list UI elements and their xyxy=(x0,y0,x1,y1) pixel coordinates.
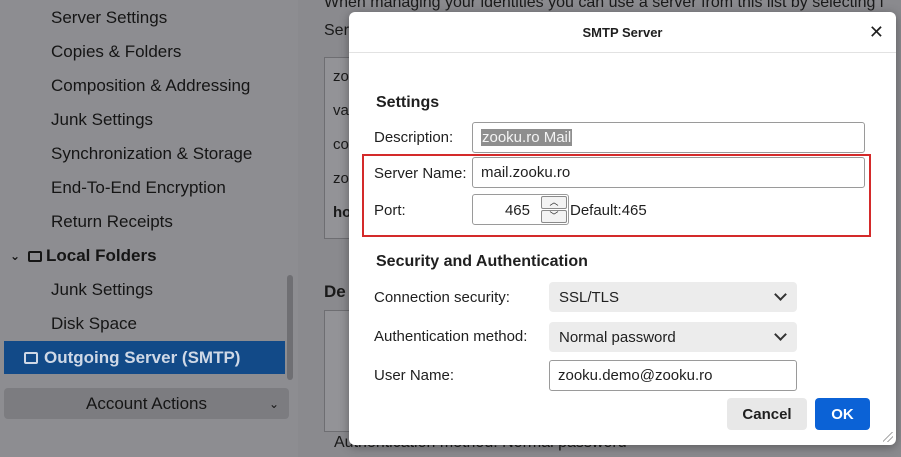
chevron-up-icon[interactable]: ︿ xyxy=(541,196,567,209)
port-stepper[interactable]: ︿ ﹀ xyxy=(541,196,567,223)
chevron-down-icon xyxy=(774,328,787,341)
outgoing-server-label: Outgoing Server (SMTP) xyxy=(44,347,241,367)
account-actions-button[interactable]: Account Actions ⌄ xyxy=(4,388,289,419)
server-name-value: mail.zooku.ro xyxy=(481,164,571,181)
username-input[interactable]: zooku.demo@zooku.ro xyxy=(549,360,797,391)
panel-description: When managing your identities you can us… xyxy=(324,0,884,11)
close-icon[interactable]: ✕ xyxy=(869,22,884,42)
sidebar-item-disk-space[interactable]: Disk Space xyxy=(51,314,137,334)
list-item[interactable]: zo xyxy=(333,68,349,85)
chevron-down-icon: ⌄ xyxy=(268,396,279,411)
chevron-down-icon[interactable]: ﹀ xyxy=(541,210,567,223)
username-value: zooku.demo@zooku.ro xyxy=(558,367,713,384)
cancel-button[interactable]: Cancel xyxy=(727,398,807,430)
sidebar-item-copies-folders[interactable]: Copies & Folders xyxy=(51,42,181,62)
folder-icon xyxy=(28,250,42,262)
port-default-text: Default:465 xyxy=(570,202,647,219)
port-label: Port: xyxy=(374,202,406,219)
smtp-server-dialog: SMTP Server ✕ Settings Description: zook… xyxy=(349,12,896,445)
dialog-title: SMTP Server xyxy=(582,25,663,40)
port-value: 465 xyxy=(504,202,530,219)
dialog-titlebar[interactable]: SMTP Server ✕ xyxy=(349,12,896,52)
list-item[interactable]: zo xyxy=(333,170,349,187)
auth-method-select[interactable]: Normal password xyxy=(549,322,797,352)
connection-security-select[interactable]: SSL/TLS xyxy=(549,282,797,312)
account-actions-label: Account Actions xyxy=(86,393,207,413)
panel-label: Ser xyxy=(324,22,349,39)
resize-grip-icon[interactable] xyxy=(883,432,893,442)
chevron-down-icon xyxy=(774,288,787,301)
list-item[interactable]: va xyxy=(333,102,349,119)
sidebar-item-outgoing-server[interactable]: Outgoing Server (SMTP) xyxy=(4,341,285,374)
sidebar-item-return-receipts[interactable]: Return Receipts xyxy=(51,212,173,232)
sidebar-item-composition[interactable]: Composition & Addressing xyxy=(51,76,250,96)
connection-security-value: SSL/TLS xyxy=(559,288,620,306)
chevron-down-icon: ⌄ xyxy=(10,249,21,263)
sidebar-item-server-settings[interactable]: Server Settings xyxy=(51,8,167,28)
outbox-icon xyxy=(24,351,38,364)
sidebar-item-junk-settings[interactable]: Junk Settings xyxy=(51,110,153,130)
account-settings-sidebar: Server Settings Copies & Folders Composi… xyxy=(0,0,298,457)
ok-button[interactable]: OK xyxy=(815,398,870,430)
security-heading: Security and Authentication xyxy=(376,253,588,270)
description-value: zooku.ro Mail xyxy=(481,129,573,146)
auth-method-label: Authentication method: xyxy=(374,328,528,345)
description-label: Description: xyxy=(374,129,454,146)
settings-heading: Settings xyxy=(376,94,440,111)
username-label: User Name: xyxy=(374,367,455,384)
sidebar-item-local-junk-settings[interactable]: Junk Settings xyxy=(51,280,153,300)
port-input[interactable]: 465 ︿ ﹀ xyxy=(472,194,569,225)
divider xyxy=(349,52,896,53)
sidebar-item-sync-storage[interactable]: Synchronization & Storage xyxy=(51,144,252,164)
description-input[interactable]: zooku.ro Mail xyxy=(472,122,865,153)
list-item[interactable]: co xyxy=(333,136,349,153)
sidebar-item-e2e-encryption[interactable]: End-To-End Encryption xyxy=(51,178,226,198)
local-folders-label: Local Folders xyxy=(46,246,157,265)
server-name-label: Server Name: xyxy=(374,165,467,182)
server-name-input[interactable]: mail.zooku.ro xyxy=(472,157,865,188)
sidebar-scrollbar[interactable] xyxy=(287,275,293,380)
sidebar-item-local-folders[interactable]: ⌄ Local Folders xyxy=(10,246,157,266)
auth-method-value: Normal password xyxy=(559,328,676,346)
details-heading: De xyxy=(324,282,346,301)
connection-security-label: Connection security: xyxy=(374,289,510,306)
